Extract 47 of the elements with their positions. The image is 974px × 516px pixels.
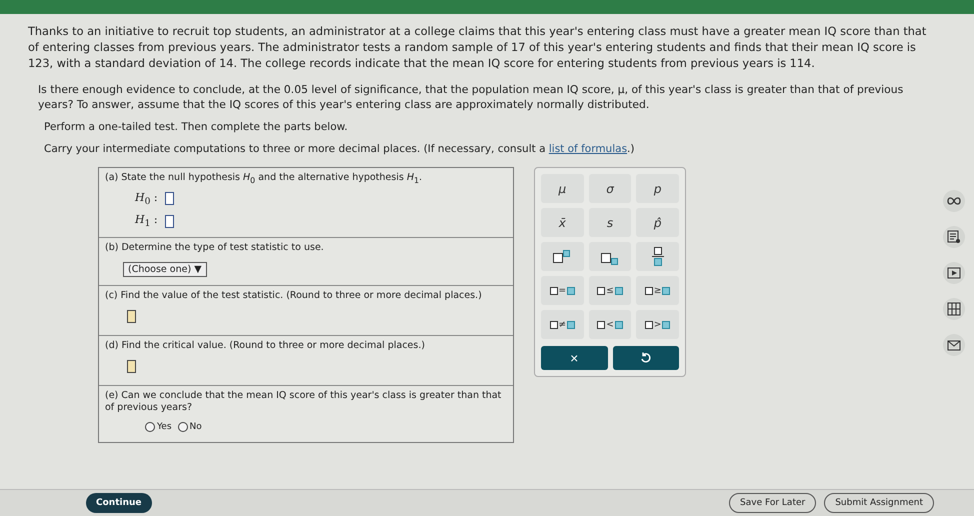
relation-key[interactable]: ≤ (588, 276, 632, 305)
submit-assignment-button[interactable]: Submit Assignment (824, 493, 934, 513)
symbol-key[interactable]: s (588, 208, 632, 237)
formulas-link[interactable]: list of formulas (548, 143, 628, 155)
question-text: Thanks to an initiative to recruit top students, an administrator at a college claims that this year's entering class must have a greater mean IQ score than that of entering classes from previous years. The administrator tests a random sample of 17 of this year's entering students and finds that their mean IQ score is 123, with a standard deviation of 14. The college records indicate that the mean IQ score for entering students from previous years is 114. (28, 24, 928, 72)
subscript-key[interactable] (588, 242, 632, 271)
document-icon[interactable] (943, 226, 965, 248)
fraction-key[interactable] (636, 242, 679, 271)
answer-input[interactable] (127, 310, 136, 324)
symbol-key[interactable]: σ (588, 174, 632, 203)
radio-circle-icon[interactable] (178, 422, 188, 432)
answer-input[interactable] (165, 192, 174, 206)
infinity-icon[interactable] (943, 190, 965, 212)
instruction-text: Carry your intermediate computations to three or more decimal places. (If necessary, consult a list of formulas.) (43, 142, 636, 157)
symbol-key[interactable]: p (636, 174, 679, 203)
undo-icon[interactable] (640, 352, 652, 364)
radio-option[interactable]: No (178, 422, 202, 432)
relation-key[interactable]: = (541, 276, 584, 305)
part-prompt: (b) Determine the type of test statistic to use. (105, 242, 325, 254)
radio-option[interactable]: Yes (145, 422, 172, 432)
mail-icon[interactable] (943, 334, 965, 356)
part-prompt: (d) Find the critical value. (Round to three or more decimal places.) (105, 340, 426, 352)
symbol-key[interactable]: x̄ (541, 208, 584, 237)
undo-button[interactable] (612, 346, 679, 370)
answer-input[interactable] (165, 214, 174, 228)
symbol-key[interactable]: p̂ (636, 208, 679, 237)
power-key[interactable] (541, 242, 584, 271)
hypothesis-label: H$_{1}$ : (135, 213, 159, 230)
relation-key[interactable]: ≠ (541, 310, 584, 339)
hypothesis-label: H$_{0}$ : (135, 190, 159, 208)
video-icon[interactable] (943, 262, 965, 284)
test-statistic-dropdown[interactable]: (Choose one) ▼ (123, 262, 207, 278)
save-for-later-button[interactable]: Save For Later (729, 493, 816, 513)
part-prompt: (c) Find the value of the test statistic. (Round to three or more decimal places.) (105, 290, 483, 302)
relation-key[interactable]: < (588, 310, 632, 339)
symbol-key[interactable]: μ (541, 174, 584, 203)
relation-key[interactable]: > (636, 310, 679, 339)
calculator-icon[interactable] (943, 298, 965, 320)
clear-button[interactable]: × (541, 346, 608, 370)
radio-circle-icon[interactable] (145, 422, 155, 432)
part-prompt: (e) Can we conclude that the mean IQ score of this year's class is greater than that of previous years? (105, 390, 502, 414)
relation-key[interactable]: ≥ (636, 276, 679, 305)
continue-button[interactable]: Continue (86, 493, 152, 513)
part-prompt: (a) State the null hypothesis H$_{0}$ and the alternative hypothesis H$_{1}$. (105, 172, 424, 187)
question-text: Is there enough evidence to conclude, at the 0.05 level of significance, that the population mean IQ score, μ, of this year's class is greater than that of previous years? To answer, assume that the IQ scores of this year's entering class are approximately normally distributed. (37, 82, 904, 112)
question-text: Perform a one-tailed test. Then complete the parts below. (43, 120, 349, 135)
answer-input[interactable] (127, 360, 136, 374)
